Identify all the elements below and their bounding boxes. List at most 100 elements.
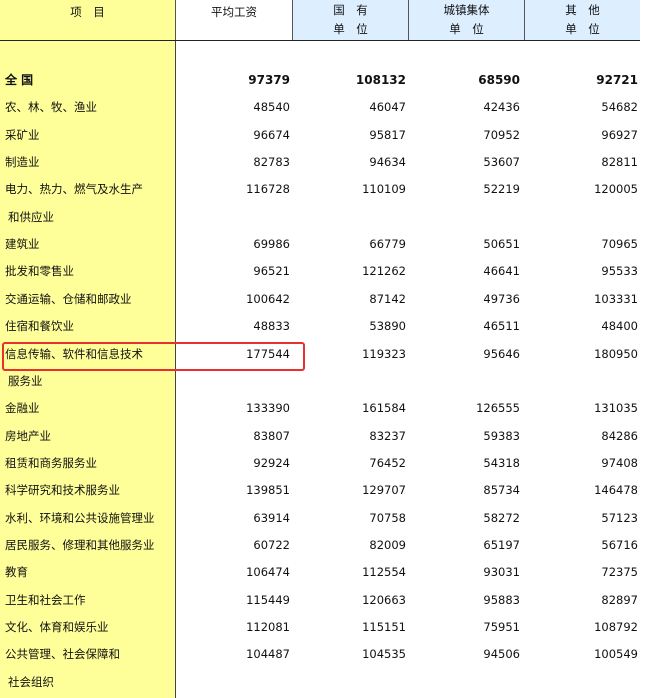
- row-label: 公共管理、社会保障和: [5, 647, 120, 662]
- header-avg-wage: 平均工资: [175, 0, 292, 40]
- table-row: 社会组织: [0, 669, 640, 696]
- row-value: [420, 669, 520, 696]
- row-value: 103331: [594, 291, 638, 306]
- table-row: 批发和零售业 96521 121262 46641 95533: [0, 258, 640, 285]
- highlight-box: [2, 342, 305, 371]
- table-row: 租赁和商务服务业 92924 76452 54318 97408: [0, 450, 640, 477]
- row-value: [538, 669, 638, 696]
- row-value: 120663: [362, 592, 406, 607]
- row-value: [538, 204, 638, 231]
- row-value: 93031: [483, 565, 520, 580]
- row-value: [420, 368, 520, 395]
- row-value: 112081: [246, 620, 290, 634]
- table-header: 项 目 平均工资 国 有 单 位 城镇集体 单 位 其 他 单 位: [0, 0, 640, 41]
- row-value: [190, 368, 290, 395]
- row-value: [190, 204, 290, 231]
- row-value: 92721: [596, 73, 638, 87]
- row-value: 126555: [476, 401, 520, 416]
- row-value: 53607: [483, 155, 520, 170]
- row-value: [420, 204, 520, 231]
- row-value: 57123: [601, 510, 638, 525]
- row-label: 制造业: [5, 155, 40, 170]
- row-value: 84286: [601, 428, 638, 443]
- row-value: 48540: [253, 100, 290, 115]
- header-other-line2: 单 位: [565, 22, 600, 36]
- row-value: 87142: [369, 291, 406, 306]
- header-item: 项 目: [0, 0, 175, 40]
- row-value: [306, 368, 406, 395]
- row-value: 119323: [362, 346, 406, 361]
- row-value: 82783: [253, 155, 290, 170]
- row-label: 租赁和商务服务业: [5, 455, 97, 470]
- row-label: 建筑业: [5, 237, 40, 252]
- row-value: 95883: [483, 592, 520, 607]
- row-label: 电力、热力、燃气及水生产: [5, 182, 143, 197]
- table-row: 公共管理、社会保障和 104487 104535 94506 100549: [0, 641, 640, 668]
- row-value: 66779: [369, 237, 406, 252]
- table-row: 建筑业 69986 66779 50651 70965: [0, 231, 640, 258]
- row-label: 交通运输、仓储和邮政业: [5, 291, 132, 306]
- row-value: 97408: [601, 455, 638, 470]
- header-state-owned-line1: 国 有: [333, 3, 368, 17]
- row-value: 85734: [483, 483, 520, 498]
- row-value: 92924: [253, 455, 290, 470]
- row-value: 46641: [483, 264, 520, 279]
- row-value: 112554: [362, 565, 406, 580]
- row-label: 房地产业: [5, 428, 51, 443]
- header-urban-collective-line1: 城镇集体: [443, 3, 490, 17]
- row-value: 48400: [601, 319, 638, 334]
- table-row: 科学研究和技术服务业 139851 129707 85734 146478: [0, 477, 640, 504]
- row-label: 批发和零售业: [5, 264, 74, 279]
- row-value: 129707: [362, 483, 406, 498]
- header-other-line1: 其 他: [565, 3, 600, 17]
- row-label: 住宿和餐饮业: [5, 319, 74, 334]
- row-value: 83807: [253, 428, 290, 443]
- table-row: 电力、热力、燃气及水生产 116728 110109 52219 120005: [0, 176, 640, 203]
- row-value: 131035: [594, 401, 638, 416]
- row-value: 54318: [483, 455, 520, 470]
- row-value: 70952: [483, 127, 520, 142]
- header-state-owned: 国 有 单 位: [292, 0, 408, 40]
- row-value: 108792: [594, 620, 638, 634]
- table-row: 住宿和餐饮业 48833 53890 46511 48400: [0, 313, 640, 340]
- table-row: 教育 106474 112554 93031 72375: [0, 559, 640, 586]
- row-value: 70965: [601, 237, 638, 252]
- table-row: 服务业: [0, 368, 640, 395]
- row-value: [190, 669, 290, 696]
- row-label: 居民服务、修理和其他服务业: [5, 537, 155, 552]
- row-label: 和供应业: [8, 209, 54, 224]
- row-value: 70758: [369, 510, 406, 525]
- row-value: 58272: [483, 510, 520, 525]
- row-value: 72375: [601, 565, 638, 580]
- row-value: 48833: [253, 319, 290, 334]
- row-value: 63914: [253, 510, 290, 525]
- table-row: 制造业 82783 94634 53607 82811: [0, 149, 640, 176]
- row-value: 139851: [246, 483, 290, 498]
- row-label: 农、林、牧、渔业: [5, 100, 97, 115]
- row-value: [538, 368, 638, 395]
- row-value: 96521: [253, 264, 290, 279]
- row-value: 42436: [483, 100, 520, 115]
- row-value: 121262: [362, 264, 406, 279]
- row-value: 75951: [483, 620, 520, 634]
- row-label: 服务业: [8, 373, 43, 388]
- row-value: 95817: [369, 127, 406, 142]
- table-row: 水利、环境和公共设施管理业 63914 70758 58272 57123: [0, 505, 640, 532]
- row-label: 教育: [5, 565, 28, 580]
- row-value: 116728: [246, 182, 290, 197]
- table-row: 居民服务、修理和其他服务业 60722 82009 65197 56716: [0, 532, 640, 559]
- header-other: 其 他 单 位: [524, 0, 640, 40]
- row-label: 金融业: [5, 401, 40, 416]
- row-value: 46047: [369, 100, 406, 115]
- table-row: 房地产业 83807 83237 59383 84286: [0, 423, 640, 450]
- row-label: 水利、环境和公共设施管理业: [5, 510, 155, 525]
- row-value: 65197: [483, 537, 520, 552]
- row-value: 82811: [601, 155, 638, 170]
- row-value: 82897: [601, 592, 638, 607]
- table-row: 文化、体育和娱乐业 112081 115151 75951 108792: [0, 614, 640, 641]
- row-value: 50651: [483, 237, 520, 252]
- row-value: 115151: [362, 620, 406, 634]
- row-value: 100642: [246, 291, 290, 306]
- row-value: 53890: [369, 319, 406, 334]
- row-value: 161584: [362, 401, 406, 416]
